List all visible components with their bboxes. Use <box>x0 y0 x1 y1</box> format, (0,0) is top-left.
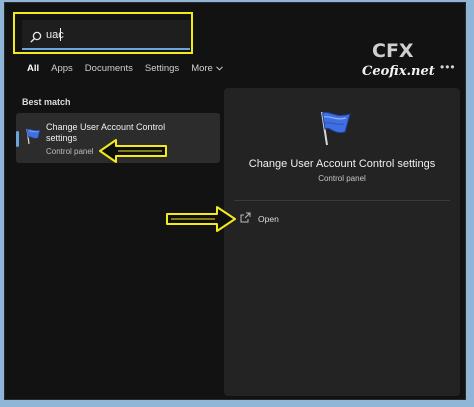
tab-all[interactable]: All <box>27 63 39 74</box>
open-icon <box>240 212 251 223</box>
uac-flag-large-icon <box>321 111 351 146</box>
tab-more[interactable]: More <box>191 63 223 74</box>
watermark-logo: CFX <box>372 40 414 62</box>
detail-title: Change User Account Control settings <box>248 158 436 170</box>
filter-tabs: All Apps Documents Settings More <box>27 63 235 74</box>
selection-indicator <box>16 131 19 147</box>
right-arrow-annotation-icon <box>166 206 236 232</box>
uac-flag-icon <box>26 128 41 145</box>
search-highlight-box <box>13 12 193 54</box>
tab-documents[interactable]: Documents <box>85 63 133 74</box>
watermark: CFX Ceofix.net <box>360 40 450 84</box>
tab-settings[interactable]: Settings <box>145 63 179 74</box>
section-title-best-match: Best match <box>22 97 71 107</box>
best-match-subtitle: Control panel <box>46 147 94 156</box>
watermark-site: Ceofix.net <box>362 64 435 79</box>
tab-apps[interactable]: Apps <box>51 63 73 74</box>
detail-subtitle: Control panel <box>318 174 366 183</box>
left-arrow-annotation-icon <box>99 139 167 163</box>
tab-more-label: More <box>191 63 213 74</box>
open-action-label: Open <box>258 214 279 224</box>
detail-divider <box>234 200 450 201</box>
chevron-down-icon <box>215 66 223 71</box>
